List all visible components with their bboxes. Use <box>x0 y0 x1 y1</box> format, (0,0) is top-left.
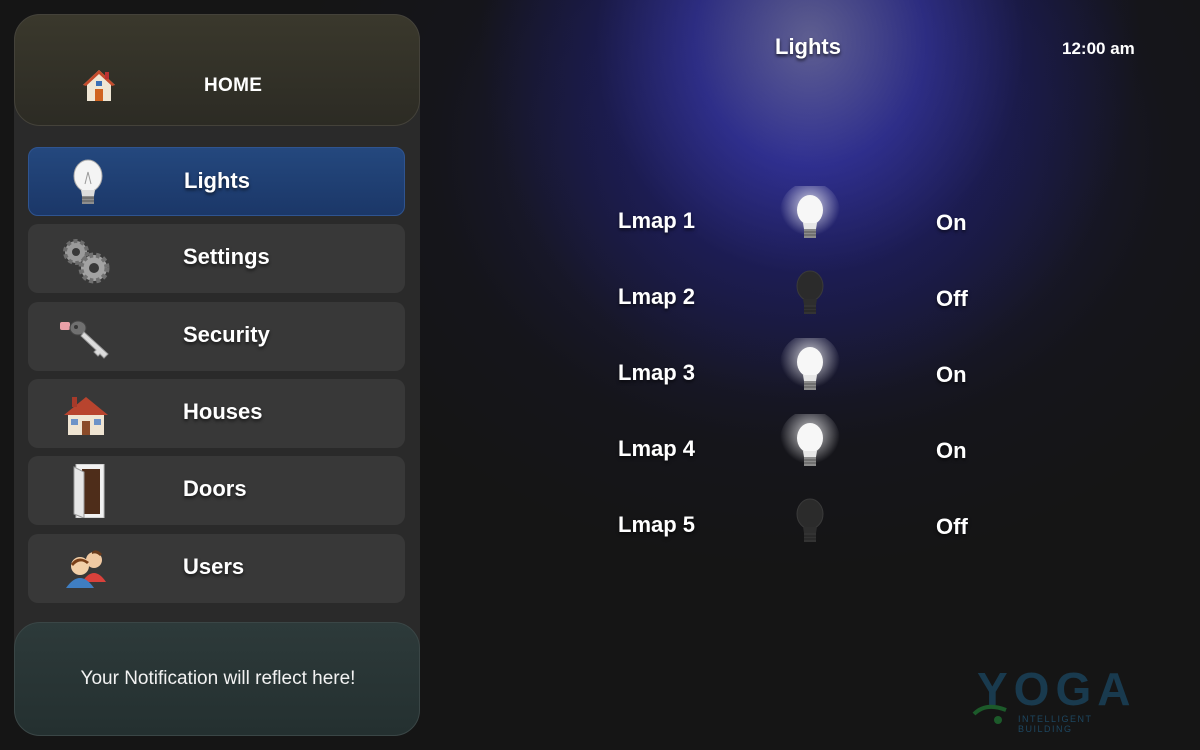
notification-panel: Your Notification will reflect here! <box>14 622 420 736</box>
lamp-state: On <box>936 362 967 387</box>
lamp-name: Lmap 1 <box>618 208 696 233</box>
lamp-state: Off <box>936 286 968 311</box>
lamp-name: Lmap 4 <box>618 436 696 461</box>
lamp-row: Lmap 2 Off <box>0 270 1200 344</box>
lamp-name: Lmap 5 <box>618 512 696 537</box>
logo-swoosh-icon <box>972 704 1007 724</box>
lamp-row: Lmap 3 On <box>0 338 1200 420</box>
lightbulb-on-icon[interactable] <box>780 338 840 404</box>
lightbulb-off-icon[interactable] <box>780 262 840 328</box>
lightbulb-on-icon[interactable] <box>780 414 840 480</box>
lamp-name: Lmap 2 <box>618 284 696 309</box>
menu-item-lights[interactable]: Lights <box>28 147 405 216</box>
home-label: HOME <box>204 75 263 96</box>
lamp-state: On <box>936 438 967 463</box>
lightbulb-off-icon[interactable] <box>780 490 840 556</box>
clock: 12:00 am <box>1062 39 1135 58</box>
brand-tagline: INTELLIGENT BUILDING <box>1018 714 1093 734</box>
page-title: Lights <box>775 34 841 59</box>
brand-logo: YOGA INTELLIGENT BUILDING <box>972 664 1140 734</box>
notification-text: Your Notification will reflect here! <box>80 668 356 689</box>
menu-item-label: Lights <box>184 168 250 193</box>
lamp-row: Lmap 4 On <box>0 414 1200 496</box>
lamp-state: On <box>936 210 967 235</box>
lightbulb-icon <box>73 159 103 204</box>
lamp-state: Off <box>936 514 968 539</box>
lamp-row: Lmap 1 On <box>0 186 1200 268</box>
home-icon <box>83 70 115 101</box>
lightbulb-on-icon[interactable] <box>780 186 840 252</box>
lamp-name: Lmap 3 <box>618 360 696 385</box>
home-button[interactable]: HOME <box>14 14 420 126</box>
lamp-row: Lmap 5 Off <box>0 498 1200 572</box>
